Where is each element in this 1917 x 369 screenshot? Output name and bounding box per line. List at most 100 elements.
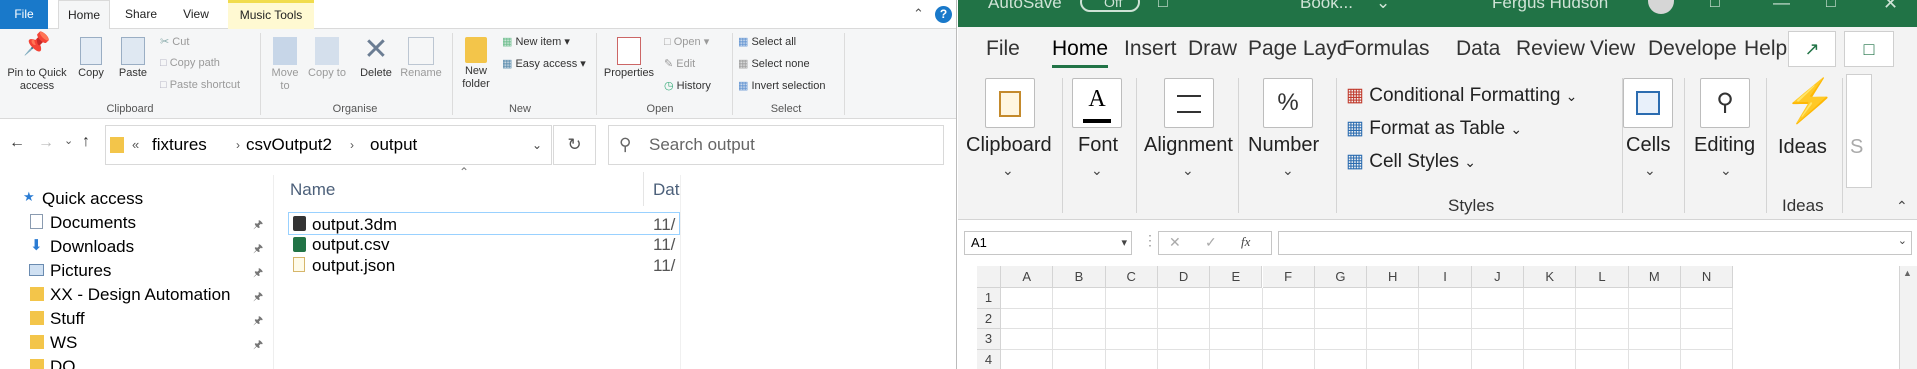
history-button[interactable]: ◷ History bbox=[664, 79, 711, 92]
address-bar[interactable]: « fixtures › csvOutput2 › output ⌄ bbox=[105, 125, 552, 165]
open-button[interactable]: □ Open ▾ bbox=[664, 35, 709, 48]
tab-page-layout[interactable]: Page Layo bbox=[1248, 37, 1344, 61]
clipboard-button[interactable] bbox=[985, 78, 1035, 128]
chevron-down-icon[interactable]: ⌄ bbox=[1282, 162, 1294, 179]
pin-to-quick-access-button[interactable]: 📌 Pin to Quick access bbox=[2, 33, 72, 93]
cut-button[interactable]: ✂ Cut bbox=[160, 35, 189, 48]
tab-share[interactable]: Share bbox=[118, 0, 164, 29]
new-item-button[interactable]: ▦ New item ▾ bbox=[502, 35, 570, 48]
tab-review[interactable]: Review bbox=[1516, 37, 1585, 61]
pane-divider[interactable] bbox=[273, 175, 274, 369]
alignment-button[interactable] bbox=[1164, 78, 1214, 128]
select-all-button[interactable]: ▦ Select all bbox=[738, 35, 796, 48]
pin-icon[interactable]: 🖈 bbox=[253, 240, 263, 259]
worksheet-grid[interactable]: ABCDEFGHIJKLMN 1234 ▲ bbox=[958, 266, 1917, 369]
column-header-b[interactable]: B bbox=[1053, 266, 1106, 288]
save-icon[interactable]: □ bbox=[1158, 0, 1168, 12]
pin-icon[interactable]: 🖈 bbox=[253, 264, 263, 283]
share-icon[interactable]: ↗ bbox=[1788, 31, 1836, 67]
column-header-a[interactable]: A bbox=[1001, 266, 1054, 288]
back-arrow-icon[interactable]: ← bbox=[9, 134, 25, 152]
breadcrumb-overflow[interactable]: « bbox=[132, 126, 139, 164]
column-divider[interactable] bbox=[643, 172, 644, 206]
cells-button[interactable] bbox=[1623, 78, 1673, 128]
enter-check-icon[interactable]: ✓ bbox=[1205, 234, 1217, 251]
chevron-down-icon[interactable]: ⌄ bbox=[1002, 162, 1014, 179]
font-button[interactable]: A bbox=[1072, 78, 1122, 128]
insert-function-icon[interactable]: fx bbox=[1241, 234, 1250, 250]
breadcrumb-csvoutput2[interactable]: csvOutput2 bbox=[246, 126, 332, 164]
nav-item-documents[interactable]: Documents bbox=[50, 213, 136, 233]
tab-home[interactable]: Home bbox=[58, 0, 110, 30]
row-header-2[interactable]: 2 bbox=[977, 308, 1001, 329]
chevron-down-icon[interactable]: ▾ bbox=[1121, 232, 1127, 254]
column-header-n[interactable]: N bbox=[1680, 266, 1734, 288]
nav-item-design-automation[interactable]: XX - Design Automation bbox=[50, 285, 230, 305]
collapse-ribbon-icon[interactable]: ⌃ bbox=[1896, 198, 1908, 215]
easy-access-button[interactable]: ▦ Easy access ▾ bbox=[502, 57, 586, 70]
chevron-down-icon[interactable]: ⌄ bbox=[1720, 162, 1732, 179]
chevron-down-icon[interactable]: ⌄ bbox=[1644, 162, 1656, 179]
chevron-down-icon[interactable]: ⌄ bbox=[1898, 234, 1907, 247]
row-header-1[interactable]: 1 bbox=[977, 288, 1001, 309]
new-folder-button[interactable]: New folder bbox=[456, 37, 496, 91]
copy-path-button[interactable]: □ Copy path bbox=[160, 57, 220, 69]
tab-formulas[interactable]: Formulas bbox=[1342, 37, 1430, 61]
paste-shortcut-button[interactable]: □ Paste shortcut bbox=[160, 79, 240, 91]
minimize-icon[interactable]: — bbox=[1773, 0, 1790, 13]
partial-group-button[interactable] bbox=[1846, 74, 1872, 188]
more-options-icon[interactable]: ⋮ bbox=[1143, 232, 1157, 249]
comments-icon[interactable]: □ bbox=[1844, 31, 1894, 67]
column-header-l[interactable]: L bbox=[1576, 266, 1629, 288]
column-header-d[interactable]: D bbox=[1157, 266, 1211, 288]
search-input[interactable]: ⚲ Search output bbox=[608, 125, 944, 165]
nav-item-pictures[interactable]: Pictures bbox=[50, 261, 111, 281]
maximize-icon[interactable]: □ bbox=[1826, 0, 1836, 12]
ideas-lightning-icon[interactable]: ⚡ bbox=[1784, 76, 1836, 126]
nav-item-do[interactable]: DO bbox=[50, 357, 76, 369]
file-name[interactable]: output.3dm bbox=[312, 215, 397, 235]
chevron-down-icon[interactable]: ⌄ bbox=[1182, 162, 1194, 179]
help-icon[interactable]: ? bbox=[935, 6, 952, 23]
recent-locations-icon[interactable]: ⌄ bbox=[64, 134, 73, 147]
paste-button[interactable]: Paste bbox=[116, 37, 150, 80]
file-name[interactable]: output.json bbox=[312, 256, 395, 276]
up-arrow-icon[interactable]: ↑ bbox=[82, 133, 90, 151]
ribbon-display-icon[interactable]: □ bbox=[1710, 0, 1720, 12]
properties-button[interactable]: Properties bbox=[600, 37, 658, 80]
invert-selection-button[interactable]: ▦ Invert selection bbox=[738, 79, 825, 92]
tab-insert[interactable]: Insert bbox=[1124, 37, 1177, 61]
forward-arrow-icon[interactable]: → bbox=[38, 134, 54, 152]
tab-file[interactable]: File bbox=[986, 37, 1020, 61]
chevron-up-icon[interactable]: ⌃ bbox=[913, 6, 924, 22]
conditional-formatting-button[interactable]: ▦ Conditional Formatting ⌄ bbox=[1346, 84, 1577, 107]
refresh-icon[interactable]: ↻ bbox=[553, 125, 596, 165]
number-button[interactable]: % bbox=[1263, 78, 1313, 128]
file-name[interactable]: output.csv bbox=[312, 235, 390, 255]
pin-icon[interactable]: 🖈 bbox=[253, 288, 263, 307]
row-header-3[interactable]: 3 bbox=[977, 329, 1001, 350]
avatar[interactable] bbox=[1648, 0, 1674, 14]
breadcrumb-fixtures[interactable]: fixtures bbox=[152, 126, 207, 164]
tab-data[interactable]: Data bbox=[1456, 37, 1500, 61]
nav-item-quick-access[interactable]: Quick access bbox=[42, 189, 143, 209]
pin-icon[interactable]: 🖈 bbox=[253, 312, 263, 331]
column-header-j[interactable]: J bbox=[1471, 266, 1524, 288]
pin-icon[interactable]: 🖈 bbox=[253, 336, 263, 355]
nav-item-stuff[interactable]: Stuff bbox=[50, 309, 85, 329]
column-header-g[interactable]: G bbox=[1314, 266, 1368, 288]
tab-view[interactable]: View bbox=[172, 0, 220, 29]
select-all-corner[interactable] bbox=[977, 266, 1001, 288]
formula-input[interactable]: ⌄ bbox=[1278, 231, 1912, 255]
tab-developer[interactable]: Develope bbox=[1648, 37, 1737, 61]
nav-item-ws[interactable]: WS bbox=[50, 333, 77, 353]
tab-music-tools[interactable]: Music Tools bbox=[228, 0, 314, 29]
edit-button[interactable]: ✎ Edit bbox=[664, 57, 695, 70]
tab-view[interactable]: View bbox=[1590, 37, 1635, 61]
cancel-icon[interactable]: ✕ bbox=[1169, 234, 1181, 251]
delete-button[interactable]: ✕ Delete bbox=[356, 35, 396, 80]
close-icon[interactable]: ✕ bbox=[1883, 0, 1898, 14]
breadcrumb-output[interactable]: output bbox=[370, 126, 417, 164]
pin-icon[interactable]: 🖈 bbox=[253, 216, 263, 235]
ideas-label[interactable]: Ideas bbox=[1778, 136, 1827, 159]
